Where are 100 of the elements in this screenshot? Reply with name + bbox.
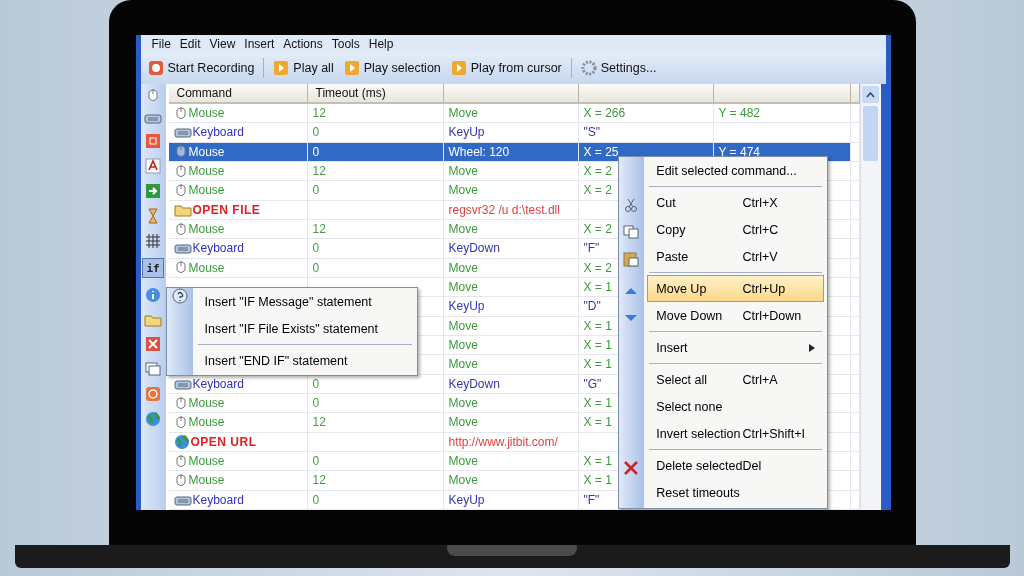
menu-item[interactable]: Insert "IF File Exists" statement bbox=[195, 315, 414, 342]
table-cell: 0 bbox=[312, 260, 320, 275]
column-header[interactable] bbox=[713, 84, 851, 104]
toolbar-button[interactable]: Play selection bbox=[340, 58, 444, 78]
table-cell: "F" bbox=[583, 492, 600, 507]
table-cell: Move bbox=[448, 260, 478, 275]
scroll-up-button[interactable] bbox=[862, 86, 879, 103]
table-cell: Move bbox=[448, 106, 478, 121]
table-cell: "F" bbox=[583, 241, 600, 256]
menu-item[interactable]: Help bbox=[368, 36, 394, 51]
record-icon bbox=[147, 60, 164, 76]
table-cell: 0 bbox=[312, 125, 320, 140]
table-cell: "S" bbox=[583, 125, 601, 140]
command-name: Mouse bbox=[188, 415, 225, 430]
table-cell: Move bbox=[448, 415, 478, 430]
table-cell: KeyUp bbox=[448, 125, 485, 140]
toolbar-button[interactable]: Play from cursor bbox=[447, 58, 565, 78]
command-name: Mouse bbox=[188, 222, 225, 237]
menu-item[interactable]: Insert bbox=[647, 334, 824, 361]
table-cell: 0 bbox=[312, 144, 320, 159]
menu-item[interactable]: Insert bbox=[244, 36, 275, 51]
scrollbar[interactable] bbox=[859, 84, 881, 510]
table-cell: 0 bbox=[312, 454, 320, 469]
table-cell: KeyUp bbox=[448, 492, 485, 507]
folder-icon bbox=[144, 312, 162, 327]
table-cell: X = 266 bbox=[583, 106, 626, 121]
arrow-right-icon bbox=[145, 183, 161, 199]
column-header[interactable]: Timeout (ms) bbox=[307, 84, 444, 104]
menu-item[interactable]: Edit bbox=[179, 36, 201, 51]
keyboard-icon bbox=[173, 493, 192, 506]
table-cell: Move bbox=[448, 338, 478, 353]
menu-item[interactable]: View bbox=[209, 36, 236, 51]
scissors-icon bbox=[624, 197, 639, 212]
info-icon bbox=[145, 287, 161, 303]
play-icon bbox=[273, 60, 290, 76]
command-name: Mouse bbox=[188, 396, 225, 411]
copy-icon bbox=[623, 224, 640, 239]
table-cell: X = 1 bbox=[583, 357, 612, 372]
menu-item[interactable]: Actions bbox=[283, 36, 323, 51]
command-name: Keyboard bbox=[192, 492, 244, 507]
table-cell: Y = 474 bbox=[718, 144, 760, 159]
mouse-icon bbox=[173, 144, 188, 160]
menu-item[interactable]: Tools bbox=[331, 36, 360, 51]
table-cell: Move bbox=[448, 280, 478, 295]
table-row[interactable]: Mouse 0 Wheel: 120 X = 25 Y = 474 bbox=[168, 142, 860, 162]
menu-item[interactable]: File bbox=[151, 36, 171, 51]
scroll-thumb[interactable] bbox=[863, 106, 878, 161]
table-cell: Move bbox=[448, 396, 478, 411]
command-name: Mouse bbox=[188, 260, 225, 275]
globe-icon bbox=[145, 411, 161, 427]
table-row[interactable]: Keyboard 0 KeyUp "S" bbox=[168, 123, 860, 143]
if-button[interactable]: if bbox=[142, 258, 164, 278]
hourglass-icon bbox=[147, 208, 159, 224]
command-name: Mouse bbox=[188, 106, 225, 121]
menu-item[interactable]: Move Up Ctrl+Up bbox=[647, 275, 824, 302]
text-icon bbox=[145, 158, 161, 174]
stop-icon bbox=[145, 133, 161, 149]
table-cell: Move bbox=[448, 473, 478, 488]
table-cell: X = 25 bbox=[583, 144, 619, 159]
clipboard-icon bbox=[623, 250, 640, 267]
gear-icon bbox=[580, 60, 597, 76]
toolbar-button[interactable]: Play all bbox=[270, 58, 337, 78]
table-cell: 0 bbox=[312, 376, 320, 391]
toolbar-button[interactable]: Start Recording bbox=[144, 58, 258, 78]
play-icon bbox=[450, 60, 467, 76]
mouse-icon bbox=[173, 395, 188, 411]
table-cell: KeyDown bbox=[448, 376, 500, 391]
command-name: OPEN FILE bbox=[192, 202, 261, 217]
down-arrow-icon bbox=[624, 312, 639, 323]
table-cell: X = 1 bbox=[583, 454, 612, 469]
table-cell: KeyUp bbox=[448, 299, 485, 314]
close-icon bbox=[145, 336, 161, 352]
table-row[interactable]: Mouse 12 Move X = 266 Y = 482 bbox=[168, 104, 860, 124]
table-cell: Move bbox=[448, 318, 478, 333]
command-name: Mouse bbox=[188, 164, 225, 179]
table-cell: 12 bbox=[312, 222, 326, 237]
table-cell: X = 1 bbox=[583, 280, 612, 295]
column-header[interactable]: Command bbox=[168, 84, 308, 104]
table-cell: 0 bbox=[312, 183, 320, 198]
keyboard-icon bbox=[173, 126, 192, 139]
keyboard-icon bbox=[173, 377, 192, 390]
delete-icon bbox=[623, 459, 640, 476]
table-cell: X = 2 bbox=[583, 164, 612, 179]
table-cell: 12 bbox=[312, 164, 326, 179]
column-header[interactable] bbox=[578, 84, 714, 104]
mouse-icon bbox=[173, 260, 188, 276]
table-cell: Move bbox=[448, 183, 478, 198]
mouse-icon bbox=[173, 163, 188, 179]
up-arrow-icon bbox=[624, 285, 639, 296]
column-header[interactable] bbox=[443, 84, 579, 104]
menu-item[interactable]: Move Down Ctrl+Down bbox=[647, 302, 824, 329]
table-cell: http://www.jitbit.com/ bbox=[448, 434, 558, 449]
menu-item[interactable]: Insert "END IF" statement bbox=[195, 347, 414, 375]
help-icon bbox=[171, 288, 188, 304]
table-cell: 0 bbox=[312, 492, 320, 507]
toolbar-button[interactable]: Settings... bbox=[577, 58, 660, 78]
mouse-icon bbox=[173, 414, 188, 430]
command-name: Keyboard bbox=[192, 376, 244, 391]
mouse-icon bbox=[173, 472, 188, 488]
grid-icon bbox=[145, 233, 161, 249]
